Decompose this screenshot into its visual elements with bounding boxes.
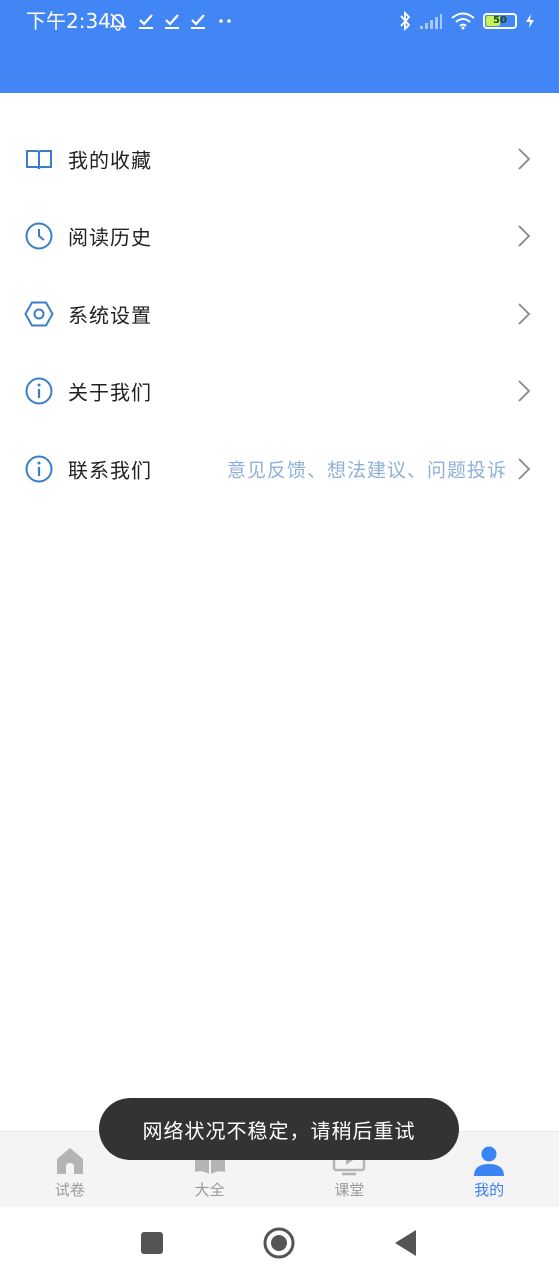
menu-item-label: 系统设置 [68,303,152,328]
menu-item-contact-us[interactable]: 联系我们 意见反馈、想法建议、问题投诉 [0,430,559,508]
chevron-right-icon [518,458,531,480]
home-circle-icon[interactable] [262,1226,296,1260]
wifi-icon [451,12,475,30]
info-icon [25,455,53,483]
chevron-right-icon [518,303,531,325]
chevron-right-icon [518,148,531,170]
tab-label: 课堂 [334,1181,365,1199]
tab-label: 我的 [474,1181,505,1199]
menu-item-reading-history[interactable]: 阅读历史 [0,198,559,276]
book-icon [26,149,52,169]
signal-icon [420,14,442,29]
menu-item-hint: 意见反馈、想法建议、问题投诉 [226,459,507,482]
menu-item-about-us[interactable]: 关于我们 [0,353,559,431]
check-icon [191,14,205,29]
home-icon [56,1148,83,1174]
bluetooth-icon [400,11,411,31]
muted-bell-icon [109,13,127,31]
profile-menu: 我的收藏 阅读历史 系统设置 关于我们 联系我们 意见反馈、想法建议、问题投诉 [0,120,559,508]
user-icon [474,1146,505,1176]
check-icon [139,14,153,29]
notification-icons [108,10,234,32]
info-icon [25,377,53,405]
settings-hexagon-icon [24,301,54,327]
menu-item-system-settings[interactable]: 系统设置 [0,275,559,353]
status-time: 下午2:34 [26,9,111,33]
system-status-icons: 50 [399,10,535,32]
menu-item-label: 阅读历史 [68,225,152,250]
menu-item-favorites[interactable]: 我的收藏 [0,120,559,198]
menu-item-label: 我的收藏 [68,148,152,173]
menu-item-label: 关于我们 [68,380,152,405]
clock-icon [25,222,53,250]
network-toast: 网络状况不稳定，请稍后重试 [99,1098,459,1160]
tab-label: 试卷 [54,1181,85,1199]
chevron-right-icon [518,225,531,247]
status-bar: 下午2:34 50 [0,0,559,42]
app-header: 下午2:34 50 [0,0,559,93]
system-nav-bar [0,1207,559,1280]
tab-label: 大全 [194,1181,225,1199]
back-triangle-icon[interactable] [390,1226,424,1260]
menu-item-label: 联系我们 [68,458,152,483]
more-dots-icon [219,19,231,23]
check-icon [165,14,179,29]
chevron-right-icon [518,380,531,402]
battery-level: 50 [493,15,507,26]
charging-icon [526,14,534,28]
battery-icon: 50 [483,13,517,29]
recents-square-icon[interactable] [135,1226,169,1260]
